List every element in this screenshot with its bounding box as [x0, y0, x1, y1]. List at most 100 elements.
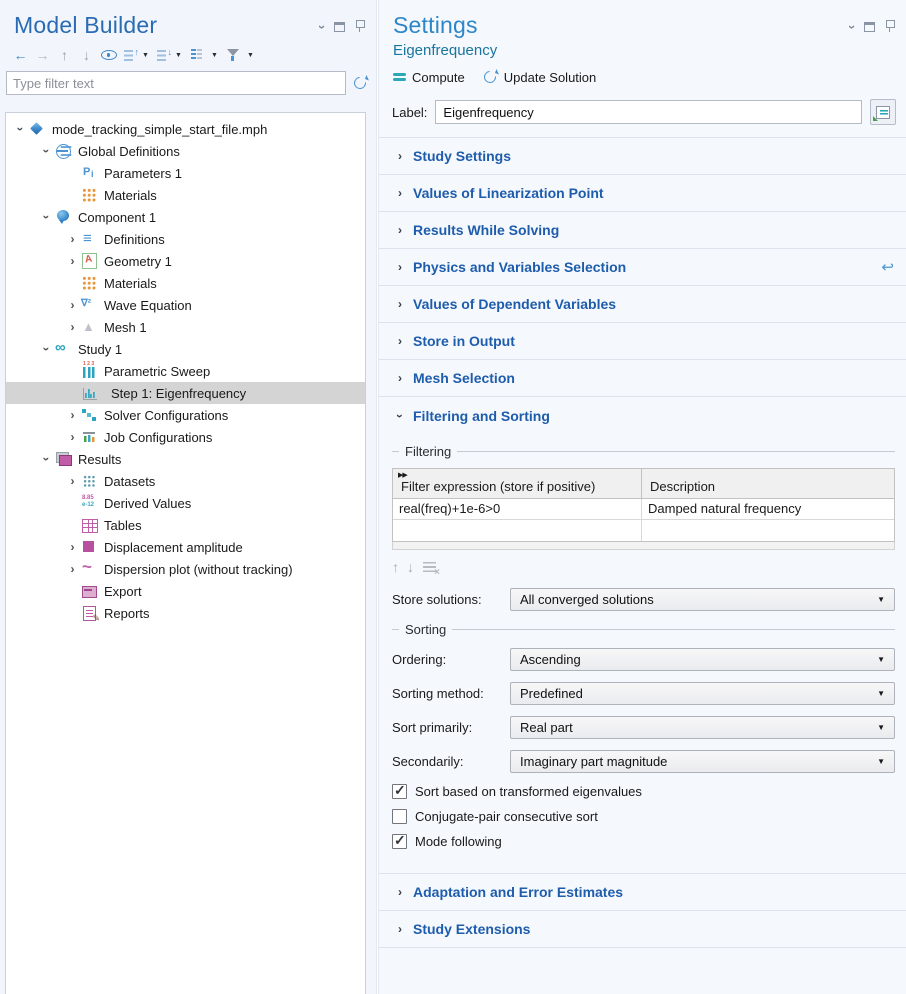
filter-funnel-icon[interactable] [222, 45, 243, 65]
secondarily-dropdown[interactable]: Imaginary part magnitude▼ [510, 750, 895, 773]
tree-item-displacement-amplitude[interactable]: ›Displacement amplitude [6, 536, 365, 558]
float-window-icon[interactable] [864, 22, 875, 32]
ordering-dropdown[interactable]: Ascending▼ [510, 648, 895, 671]
table-horizontal-scrollbar[interactable] [392, 542, 895, 550]
move-down-icon[interactable]: ↓ [76, 45, 97, 65]
chevron-expanded-icon[interactable]: › [40, 451, 54, 468]
forward-arrow-icon[interactable]: → [32, 45, 53, 65]
expand-all-icon[interactable] [153, 45, 171, 65]
update-solution-button[interactable]: Update Solution [482, 69, 597, 85]
move-columns-icon[interactable]: ▶▶ [398, 471, 407, 479]
description-cell[interactable] [642, 520, 894, 541]
edit-node-properties-button[interactable] [870, 99, 896, 125]
reset-to-default-icon[interactable]: ↩ [881, 258, 894, 276]
tree-item-job-configurations[interactable]: ›Job Configurations [6, 426, 365, 448]
tree-item-reports[interactable]: Reports [6, 602, 365, 624]
show-hide-eye-icon[interactable] [98, 45, 119, 65]
chevron-expanded-icon[interactable]: › [40, 143, 54, 160]
node-columns-icon[interactable] [186, 45, 207, 65]
field-caption: Sorting method: [392, 686, 510, 701]
collapse-all-dropdown-icon[interactable]: ▼ [139, 52, 152, 59]
tree-item-mesh-1[interactable]: ›Mesh 1 [6, 316, 365, 338]
chevron-collapsed-icon: › [393, 922, 407, 936]
float-window-icon[interactable] [334, 22, 345, 32]
chevron-collapsed-icon[interactable]: › [64, 408, 81, 422]
chevron-expanded-icon[interactable]: › [40, 209, 54, 226]
section-results-while-solving[interactable]: ›Results While Solving [379, 212, 906, 249]
section-values-of-linearization-point[interactable]: ›Values of Linearization Point [379, 175, 906, 212]
tree-item-parametric-sweep[interactable]: Parametric Sweep [6, 360, 365, 382]
filter-dropdown-icon[interactable]: ▼ [244, 52, 257, 59]
table-move-down-icon[interactable]: ↓ [407, 559, 414, 575]
tree-item-parameters-1[interactable]: Parameters 1 [6, 162, 365, 184]
panel-menu-chevron-icon[interactable]: › [847, 24, 857, 28]
tree-item-materials[interactable]: Materials [6, 272, 365, 294]
pin-icon[interactable] [355, 20, 364, 33]
tree-item-label: Definitions [104, 232, 165, 247]
conjugate-pair-consecutive-sort-checkbox[interactable] [392, 809, 407, 824]
section-mesh-selection[interactable]: ›Mesh Selection [379, 360, 906, 397]
chevron-collapsed-icon[interactable]: › [64, 562, 81, 576]
tree-item-geometry-1[interactable]: ›Geometry 1 [6, 250, 365, 272]
store-solutions-dropdown[interactable]: All converged solutions ▼ [510, 588, 895, 611]
chevron-collapsed-icon[interactable]: › [64, 474, 81, 488]
table-move-up-icon[interactable]: ↑ [392, 559, 399, 575]
refresh-icon[interactable] [352, 75, 368, 91]
chevron-collapsed-icon[interactable]: › [64, 298, 81, 312]
chevron-collapsed-icon[interactable]: › [64, 254, 81, 268]
filter-expression-cell[interactable] [393, 520, 642, 541]
sort-primarily-dropdown[interactable]: Real part▼ [510, 716, 895, 739]
tree-item-export[interactable]: Export [6, 580, 365, 602]
section-physics-and-variables-selection[interactable]: ›Physics and Variables Selection↩ [379, 249, 906, 286]
tree-item-results[interactable]: ›Results [6, 448, 365, 470]
chevron-collapsed-icon[interactable]: › [64, 540, 81, 554]
tree-filter-input[interactable] [6, 71, 346, 95]
compute-button[interactable]: Compute [393, 70, 465, 85]
sorting-method-dropdown[interactable]: Predefined▼ [510, 682, 895, 705]
tree-item-definitions[interactable]: › Definitions [6, 228, 365, 250]
expand-all-dropdown-icon[interactable]: ▼ [172, 52, 185, 59]
move-up-icon[interactable]: ↑ [54, 45, 75, 65]
tree-item-tables[interactable]: Tables [6, 514, 365, 536]
section-title: Mesh Selection [413, 370, 515, 386]
tree-item-component-1[interactable]: ›Component 1 [6, 206, 365, 228]
tree-item-derived-values[interactable]: Derived Values [6, 492, 365, 514]
node-columns-dropdown-icon[interactable]: ▼ [208, 52, 221, 59]
section-study-settings[interactable]: ›Study Settings [379, 138, 906, 175]
chevron-expanded-icon[interactable]: › [40, 341, 54, 358]
pin-icon[interactable] [885, 20, 894, 33]
tree-item-step-1-eigenfrequency[interactable]: Step 1: Eigenfrequency [6, 382, 365, 404]
section-study-extensions[interactable]: ›Study Extensions [379, 911, 906, 948]
sort-based-on-transformed-eigenvalues-checkbox[interactable] [392, 784, 407, 799]
tree-item-study-1[interactable]: ›Study 1 [6, 338, 365, 360]
chevron-collapsed-icon[interactable]: › [64, 232, 81, 246]
tree-item-label: Materials [104, 276, 157, 291]
tree-item-wave-equation[interactable]: ›Wave Equation [6, 294, 365, 316]
collapse-all-icon[interactable] [120, 45, 138, 65]
filter-expression-cell[interactable]: real(freq)+1e-6>0 [393, 499, 642, 519]
label-input[interactable] [435, 100, 862, 124]
model-tree: ›mode_tracking_simple_start_file.mph›Glo… [5, 112, 366, 994]
tree-item-datasets[interactable]: ›Datasets [6, 470, 365, 492]
back-arrow-icon[interactable]: ← [10, 45, 31, 65]
store-solutions-value: All converged solutions [520, 592, 654, 607]
panel-menu-chevron-icon[interactable]: › [317, 24, 327, 28]
tree-item-dispersion-plot-without-tracking[interactable]: ›Dispersion plot (without tracking) [6, 558, 365, 580]
chevron-collapsed-icon[interactable]: › [64, 320, 81, 334]
results-icon [55, 451, 72, 467]
description-cell[interactable]: Damped natural frequency [642, 499, 894, 519]
clear-table-icon[interactable] [422, 560, 439, 575]
section-values-of-dependent-variables[interactable]: ›Values of Dependent Variables [379, 286, 906, 323]
chevron-collapsed-icon[interactable]: › [64, 430, 81, 444]
section-filtering-and-sorting[interactable]: › Filtering and Sorting [379, 397, 906, 434]
tree-item-mode-tracking-simple-start-file-mph[interactable]: ›mode_tracking_simple_start_file.mph [6, 118, 365, 140]
definitions-icon [81, 231, 98, 247]
tree-item-global-definitions[interactable]: ›Global Definitions [6, 140, 365, 162]
mode-following-checkbox[interactable] [392, 834, 407, 849]
tree-item-materials[interactable]: Materials [6, 184, 365, 206]
tree-item-solver-configurations[interactable]: ›Solver Configurations [6, 404, 365, 426]
section-store-in-output[interactable]: ›Store in Output [379, 323, 906, 360]
chevron-expanded-icon[interactable]: › [14, 121, 28, 138]
section-adaptation-and-error-estimates[interactable]: ›Adaptation and Error Estimates [379, 874, 906, 911]
dispersion-icon [81, 561, 98, 577]
